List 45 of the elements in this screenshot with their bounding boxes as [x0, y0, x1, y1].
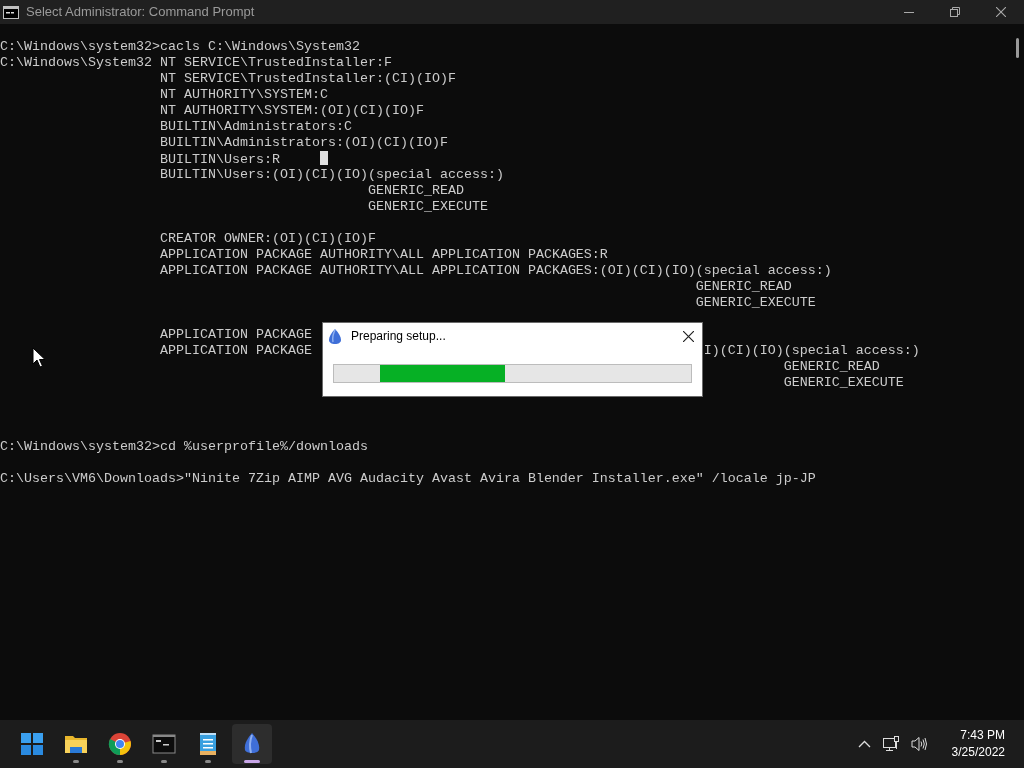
maximize-icon: [950, 7, 960, 17]
terminal-icon: [3, 5, 19, 19]
console-line: GENERIC_READ: [695, 279, 792, 294]
console-line: APPLICATION PACKAGE: [159, 327, 312, 342]
console-line: CREATOR OWNER:(OI)(CI)(IO)F: [159, 231, 376, 246]
chevron-up-button[interactable]: [857, 738, 871, 750]
clock-time[interactable]: 7:43 PM: [951, 727, 1005, 744]
close-button[interactable]: [680, 328, 696, 344]
network-icon: [882, 736, 899, 752]
network-button[interactable]: [882, 736, 899, 752]
console-line: APPLICATION PACKAGE AUTHORITY\ALL APPLICATION PACKAGES:(OI)(CI)(IO)(special access:): [159, 263, 832, 278]
chevron-up-icon: [857, 738, 871, 750]
console-line: GENERIC_EXECUTE: [695, 295, 816, 310]
window-title: Select Administrator: Command Prompt: [26, 3, 255, 22]
console-line: BUILTIN\Administrators:(OI)(CI)(IO)F: [159, 135, 448, 150]
console-line: I)(CI)(IO)(special access:): [703, 343, 920, 358]
crystal-icon: [327, 327, 343, 345]
close-icon: [682, 330, 694, 342]
close-icon: [996, 7, 1006, 17]
console-line: BUILTIN\Users:(OI)(CI)(IO)(special access:): [159, 167, 504, 182]
volume-icon: [910, 736, 928, 752]
console-line: APPLICATION PACKAGE AUTHORITY\ALL APPLICATION PACKAGES:R: [159, 247, 608, 262]
taskbar-app[interactable]: [232, 724, 272, 764]
dialog-title: Preparing setup...: [351, 328, 446, 345]
console-line: APPLICATION PACKAGE: [159, 343, 312, 358]
console-line: GENERIC_EXECUTE: [367, 199, 488, 214]
console-line: C:\Windows\system32>cacls C:\Windows\System32: [0, 39, 360, 54]
console-line: C:\Users\VM6\Downloads>"Ninite 7Zip AIMP AVG Audacity Avast Avira Blender Installer.exe" /locale jp-JP: [0, 471, 816, 486]
console-line: NT AUTHORITY\SYSTEM:C: [159, 87, 328, 102]
clock-date[interactable]: 3/25/2022: [951, 744, 1005, 761]
mouse-pointer-icon: [32, 347, 46, 368]
terminal-icon: [152, 732, 176, 756]
console-line: BUILTIN\Administrators:C: [159, 119, 352, 134]
windows-logo-icon: [20, 732, 44, 756]
console-line: GENERIC_READ: [783, 359, 880, 374]
console-line: NT SERVICE\TrustedInstaller:(CI)(IO)F: [159, 71, 456, 86]
browser-icon: [108, 732, 132, 756]
console-line: NT AUTHORITY\SYSTEM:(OI)(CI)(IO)F: [159, 103, 424, 118]
console-line: GENERIC_EXECUTE: [783, 375, 904, 390]
console-line: BUILTIN\Users:R: [159, 152, 280, 167]
console-line: C:\Windows\system32>cd %userprofile%/downloads: [0, 439, 368, 454]
console-line: GENERIC_READ: [367, 183, 464, 198]
volume-button[interactable]: [910, 736, 928, 752]
console-line: C:\Windows\System32 NT SERVICE\TrustedInstaller:F: [0, 55, 392, 70]
scrollbar-thumb[interactable]: [1016, 38, 1019, 58]
